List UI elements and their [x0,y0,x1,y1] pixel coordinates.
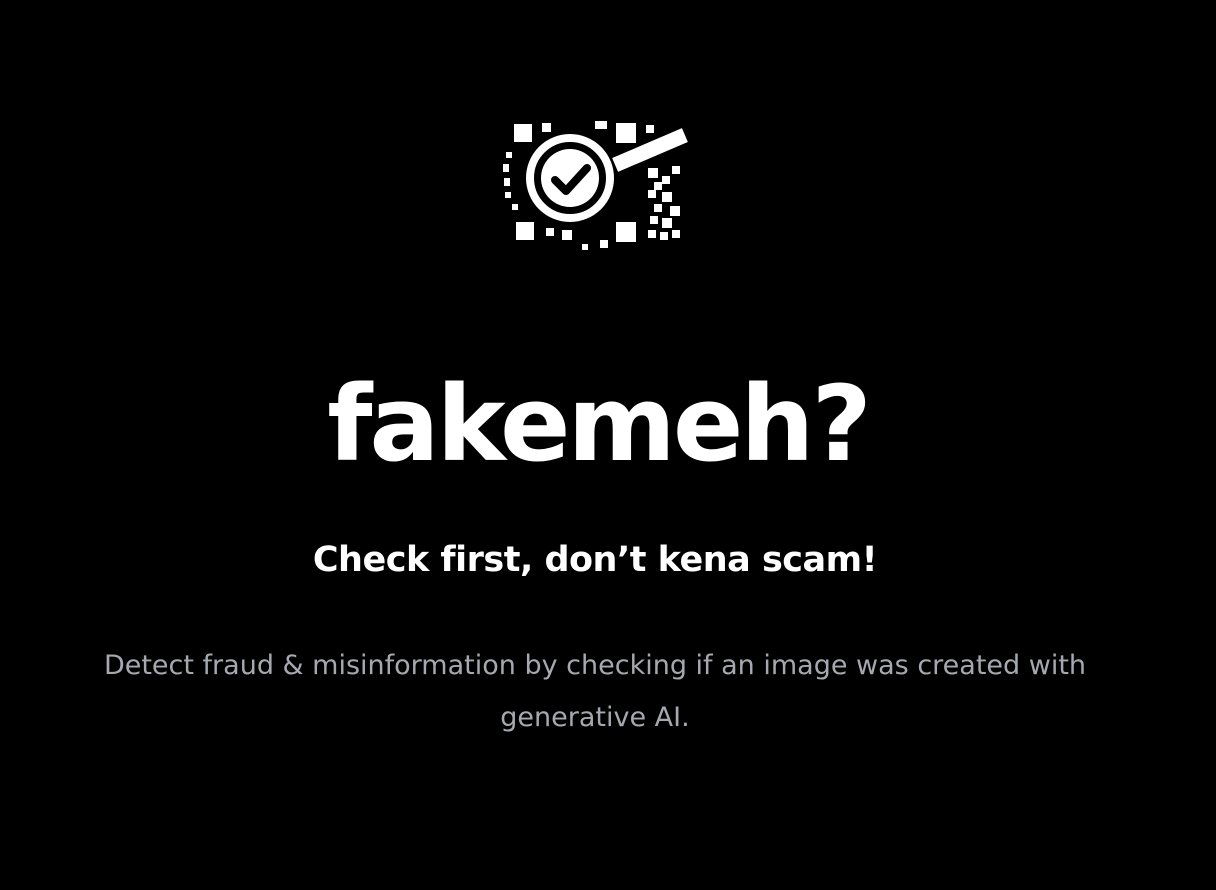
page-title: fakemeh? [327,363,872,485]
tagline: Check first, don’t kena scam! [312,540,878,580]
magnifier-check-pixel-icon [503,121,688,250]
logo [500,118,692,258]
landing-page: fakemeh? Check first, don’t kena scam! D… [0,0,1216,890]
description-text: Detect fraud & misinformation by checkin… [103,650,1087,733]
